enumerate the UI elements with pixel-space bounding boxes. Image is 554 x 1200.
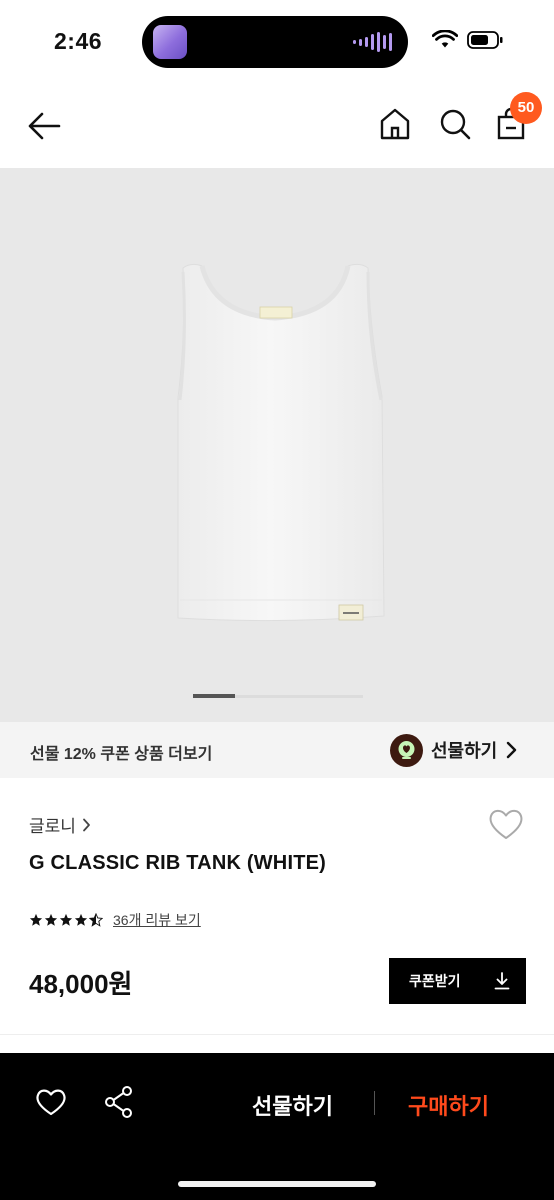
buy-button[interactable]: 구매하기 xyxy=(408,1089,489,1121)
brand-name: 글로니 xyxy=(29,817,76,836)
star-full-icon xyxy=(59,913,73,926)
cart-count-badge: 50 xyxy=(510,92,542,124)
product-rating: 36개 리뷰 보기 xyxy=(29,910,201,930)
status-bar: 2:46 xyxy=(0,0,554,84)
gift-coupon-text: 선물 12% 쿠폰 상품 더보기 xyxy=(30,746,213,763)
back-arrow-icon[interactable] xyxy=(24,108,64,144)
product-price: 48,000원 xyxy=(29,969,133,999)
star-half-icon xyxy=(89,913,103,927)
status-time: 2:46 xyxy=(54,28,103,54)
rating-stars xyxy=(29,913,103,927)
brand-link[interactable]: 글로니 xyxy=(29,812,91,837)
battery-icon xyxy=(467,31,503,49)
audio-waveform-icon xyxy=(353,32,392,52)
app-header xyxy=(0,84,554,168)
gift-coupon-banner[interactable]: 선물 12% 쿠폰 상품 더보기 선물하기 xyxy=(0,722,554,778)
heart-icon[interactable] xyxy=(34,1086,68,1118)
review-link[interactable]: 36개 리뷰 보기 xyxy=(113,910,201,930)
star-full-icon xyxy=(29,913,43,926)
wishlist-heart-icon[interactable] xyxy=(487,806,525,842)
section-divider xyxy=(0,1034,554,1035)
product-title: G CLASSIC RIB TANK (WHITE) xyxy=(29,852,327,874)
download-icon xyxy=(494,972,510,990)
product-image-gallery[interactable] xyxy=(0,168,554,722)
share-icon[interactable] xyxy=(102,1084,136,1120)
bottom-action-bar: 선물하기 구매하기 xyxy=(0,1053,554,1200)
gift-heart-icon xyxy=(390,733,423,767)
home-icon[interactable] xyxy=(378,106,412,142)
tank-top-photo xyxy=(177,263,385,622)
coupon-download-button[interactable]: 쿠폰받기 xyxy=(389,958,526,1004)
button-separator xyxy=(374,1091,375,1115)
gift-button[interactable]: 선물하기 xyxy=(252,1089,333,1121)
home-indicator[interactable] xyxy=(178,1181,376,1187)
chevron-right-icon xyxy=(83,818,90,831)
star-full-icon xyxy=(44,913,58,926)
chevron-right-icon xyxy=(507,741,517,759)
star-full-icon xyxy=(74,913,88,926)
music-app-thumbnail-icon xyxy=(153,25,187,59)
coupon-button-label: 쿠폰받기 xyxy=(409,973,461,989)
search-icon[interactable] xyxy=(438,106,472,142)
wifi-icon xyxy=(432,30,458,48)
gift-link-label: 선물하기 xyxy=(431,741,498,761)
gallery-page-indicator xyxy=(193,694,235,698)
gift-link[interactable]: 선물하기 xyxy=(390,733,517,767)
dynamic-island[interactable] xyxy=(142,16,408,68)
